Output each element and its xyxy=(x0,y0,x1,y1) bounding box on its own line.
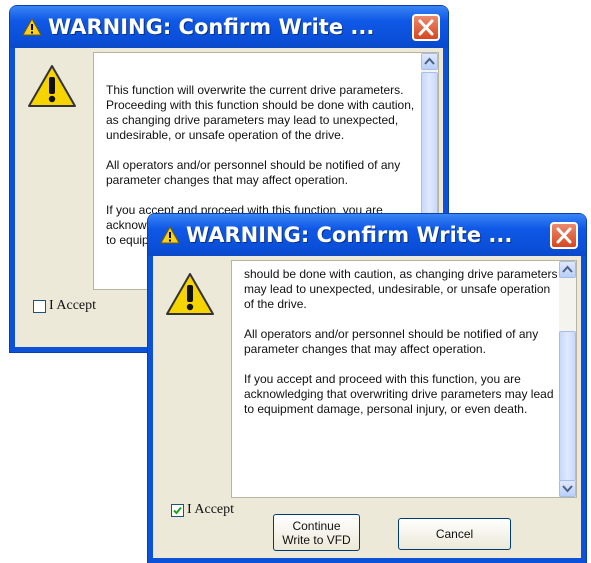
cancel-button-label: Cancel xyxy=(435,527,474,541)
scroll-down-button[interactable] xyxy=(559,480,576,497)
message-paragraph: All operators and/or personnel should be… xyxy=(106,158,401,187)
accept-label: I Accept xyxy=(187,502,235,517)
warning-dialog-front: WARNING: Confirm Write ... should be don… xyxy=(148,214,586,563)
continue-button-label: Continue Write to VFD xyxy=(282,519,350,547)
accept-checkbox-row[interactable]: I Accept xyxy=(171,502,234,518)
close-icon xyxy=(556,227,572,244)
message-paragraph: If you accept and proceed with this func… xyxy=(244,372,554,416)
cancel-button[interactable]: Cancel xyxy=(398,518,511,550)
message-paragraph: This function will overwrite the current… xyxy=(106,83,415,142)
accept-label: I Accept xyxy=(49,298,97,313)
message-textbox[interactable]: should be done with caution, as changing… xyxy=(231,260,577,498)
message-paragraph: should be done with caution, as changing… xyxy=(244,267,558,311)
continue-button-label-line1: Continue xyxy=(292,518,341,533)
vertical-scrollbar[interactable] xyxy=(559,261,576,497)
warning-triangle-icon xyxy=(22,17,42,36)
scroll-up-arrow-icon xyxy=(424,57,435,65)
warning-triangle-icon xyxy=(166,273,214,315)
checkmark-icon xyxy=(173,506,182,514)
scroll-thumb[interactable] xyxy=(559,331,576,481)
accept-checkbox[interactable] xyxy=(171,503,184,517)
scroll-up-button[interactable] xyxy=(421,53,438,70)
close-icon xyxy=(418,19,434,36)
warning-triangle-icon xyxy=(28,65,76,107)
scroll-thumb[interactable] xyxy=(421,72,438,222)
title-bar[interactable]: WARNING: Confirm Write ... xyxy=(10,6,448,48)
close-button[interactable] xyxy=(412,14,440,41)
dialog-title: WARNING: Confirm Write ... xyxy=(48,15,375,39)
message-paragraph: All operators and/or personnel should be… xyxy=(244,327,539,356)
continue-button-label-line2: Write to VFD xyxy=(282,532,351,547)
continue-write-to-vfd-button[interactable]: Continue Write to VFD xyxy=(273,514,360,551)
title-bar[interactable]: WARNING: Confirm Write ... xyxy=(148,214,586,256)
close-button[interactable] xyxy=(550,222,578,249)
dialog-body: should be done with caution, as changing… xyxy=(153,256,581,558)
dialog-title: WARNING: Confirm Write ... xyxy=(186,223,513,247)
scroll-up-arrow-icon xyxy=(562,265,573,273)
scroll-up-button[interactable] xyxy=(559,261,576,278)
accept-checkbox[interactable] xyxy=(33,299,46,313)
accept-checkbox-row[interactable]: I Accept xyxy=(33,298,96,314)
scroll-down-arrow-icon xyxy=(562,485,573,493)
warning-triangle-icon xyxy=(160,225,180,244)
message-text: should be done with caution, as changing… xyxy=(244,267,560,417)
